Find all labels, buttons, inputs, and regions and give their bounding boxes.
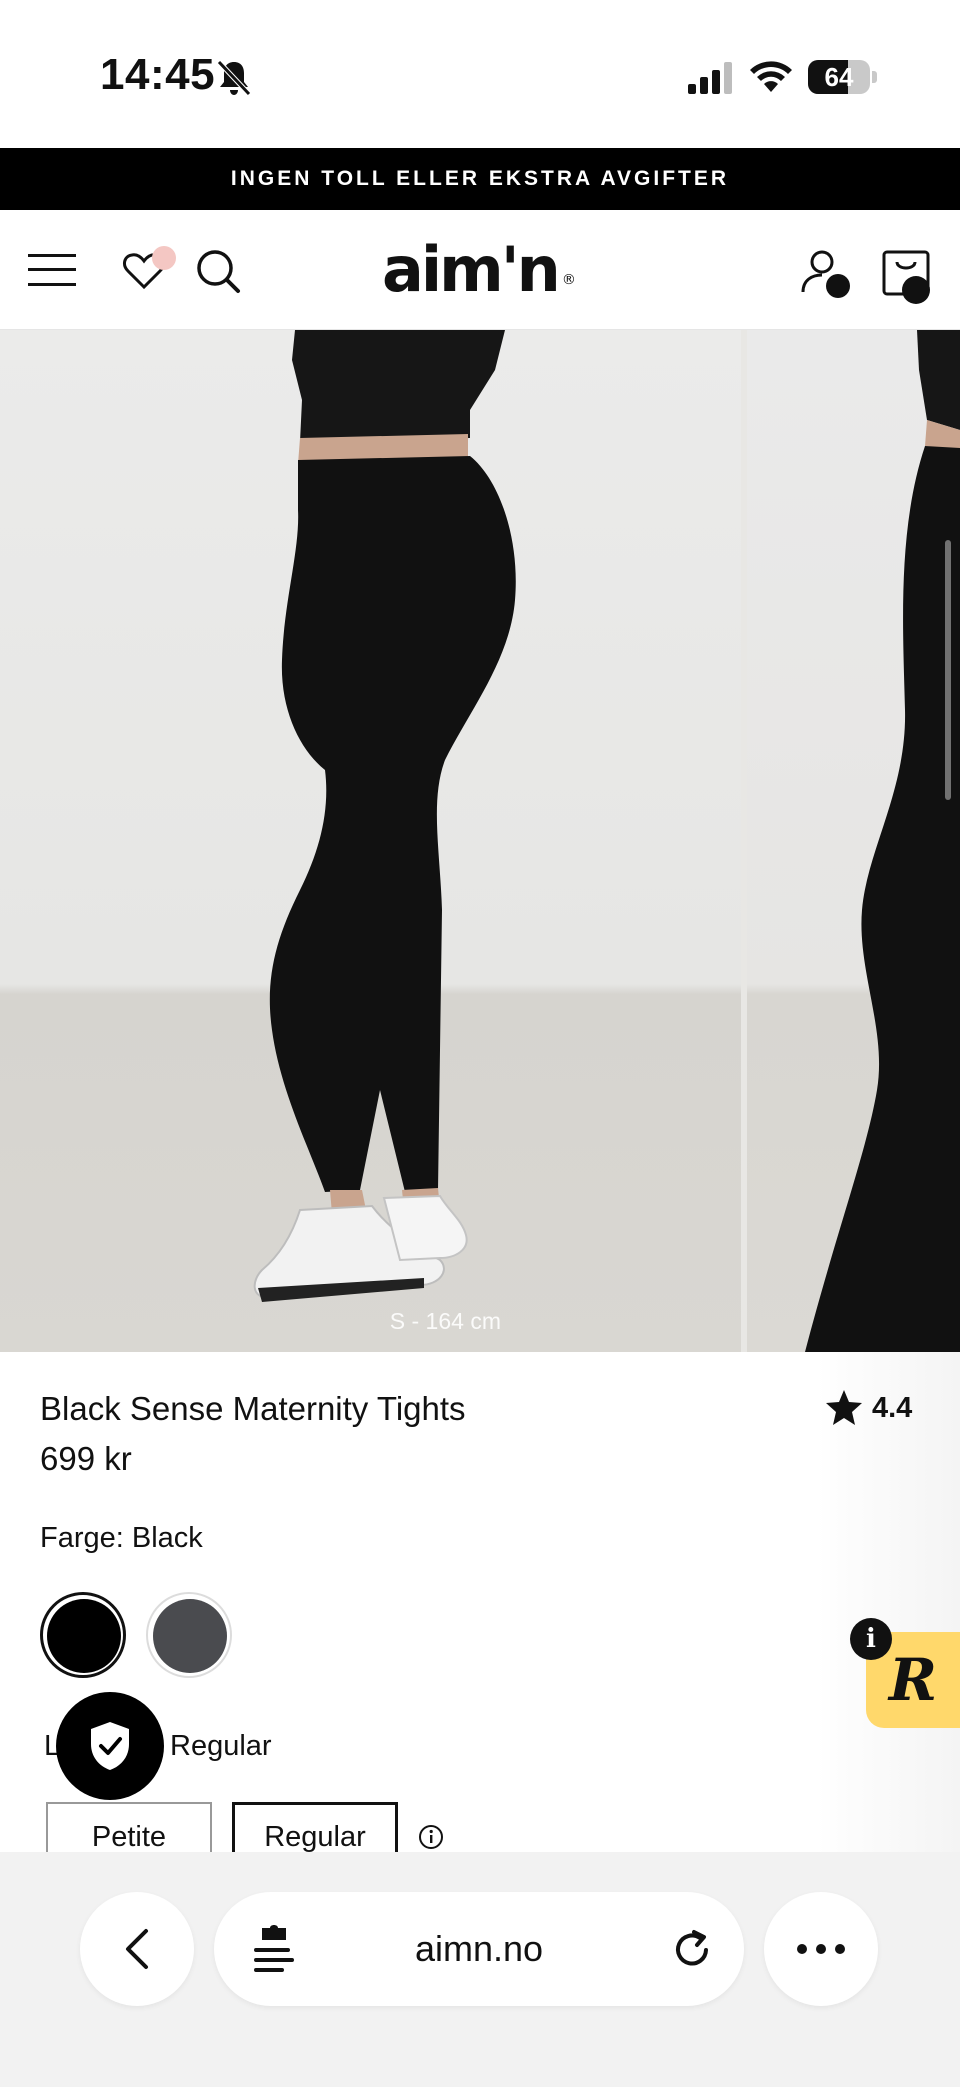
more-options-button[interactable] <box>764 1892 878 2006</box>
chevron-left-icon <box>126 1929 148 1969</box>
model-size-caption: S - 164 cm <box>389 1308 501 1334</box>
info-icon[interactable] <box>418 1824 444 1850</box>
brand-logo[interactable]: aim'n ® <box>382 238 576 302</box>
product-price: 699 kr <box>40 1440 132 1477</box>
product-rating[interactable]: 4.4 <box>824 1388 912 1428</box>
scroll-indicator <box>945 540 951 800</box>
account-button[interactable] <box>796 244 852 300</box>
trust-badge-button[interactable] <box>56 1692 164 1800</box>
wifi-icon <box>750 61 792 92</box>
model-illustration <box>253 330 516 1302</box>
reload-icon[interactable] <box>670 1928 714 1972</box>
cart-button[interactable] <box>878 242 934 304</box>
bell-off-icon <box>217 60 251 96</box>
menu-icon <box>28 254 76 286</box>
swatch-black[interactable] <box>40 1592 126 1678</box>
more-dots-icon <box>797 1944 845 1954</box>
shield-check-icon <box>91 1722 129 1770</box>
back-button[interactable] <box>80 1892 194 2006</box>
wishlist-button[interactable] <box>114 246 176 296</box>
swatch-black-fill <box>47 1599 121 1673</box>
status-time: 14:45 <box>100 50 216 99</box>
color-label: Farge: Black <box>40 1522 203 1554</box>
browser-toolbar: aimn.no <box>0 1852 960 2087</box>
promo-banner: INGEN TOLL ELLER EKSTRA AVGIFTER <box>0 148 960 210</box>
product-info: Black Sense Maternity Tights 699 kr 4.4 … <box>0 1352 960 1872</box>
reviews-logo: R <box>888 1646 938 1714</box>
product-photo-main[interactable]: S - 164 cm <box>0 330 741 1352</box>
swatch-dark-grey[interactable] <box>146 1592 232 1678</box>
cellular-signal-icon <box>688 62 732 94</box>
wishlist-dot <box>152 246 176 270</box>
reviews-info-icon[interactable]: i <box>850 1618 892 1660</box>
search-button[interactable] <box>192 246 244 296</box>
address-bar[interactable]: aimn.no <box>214 1892 744 2006</box>
cart-badge <box>902 276 930 304</box>
search-icon <box>197 250 240 293</box>
menu-button[interactable] <box>24 246 80 294</box>
battery-level: 64 <box>824 62 854 92</box>
product-photo-next[interactable] <box>747 330 960 1352</box>
product-gallery[interactable]: S - 164 cm <box>0 330 960 1352</box>
battery-icon: 64 <box>808 60 878 94</box>
product-title: Black Sense Maternity Tights <box>40 1390 466 1427</box>
star-icon <box>826 1390 862 1425</box>
swatch-dark-grey-fill <box>153 1599 227 1673</box>
address-url: aimn.no <box>414 1928 544 1969</box>
length-value: Regular <box>170 1730 272 1762</box>
page: 14:45 64 INGEN TOLL ELLER EKSTRA AVGIFTE… <box>0 0 960 2087</box>
rating-value: 4.4 <box>872 1391 913 1424</box>
status-bar: 14:45 64 <box>0 0 960 148</box>
site-header: aim'n ® <box>0 210 960 330</box>
account-badge <box>826 274 850 298</box>
